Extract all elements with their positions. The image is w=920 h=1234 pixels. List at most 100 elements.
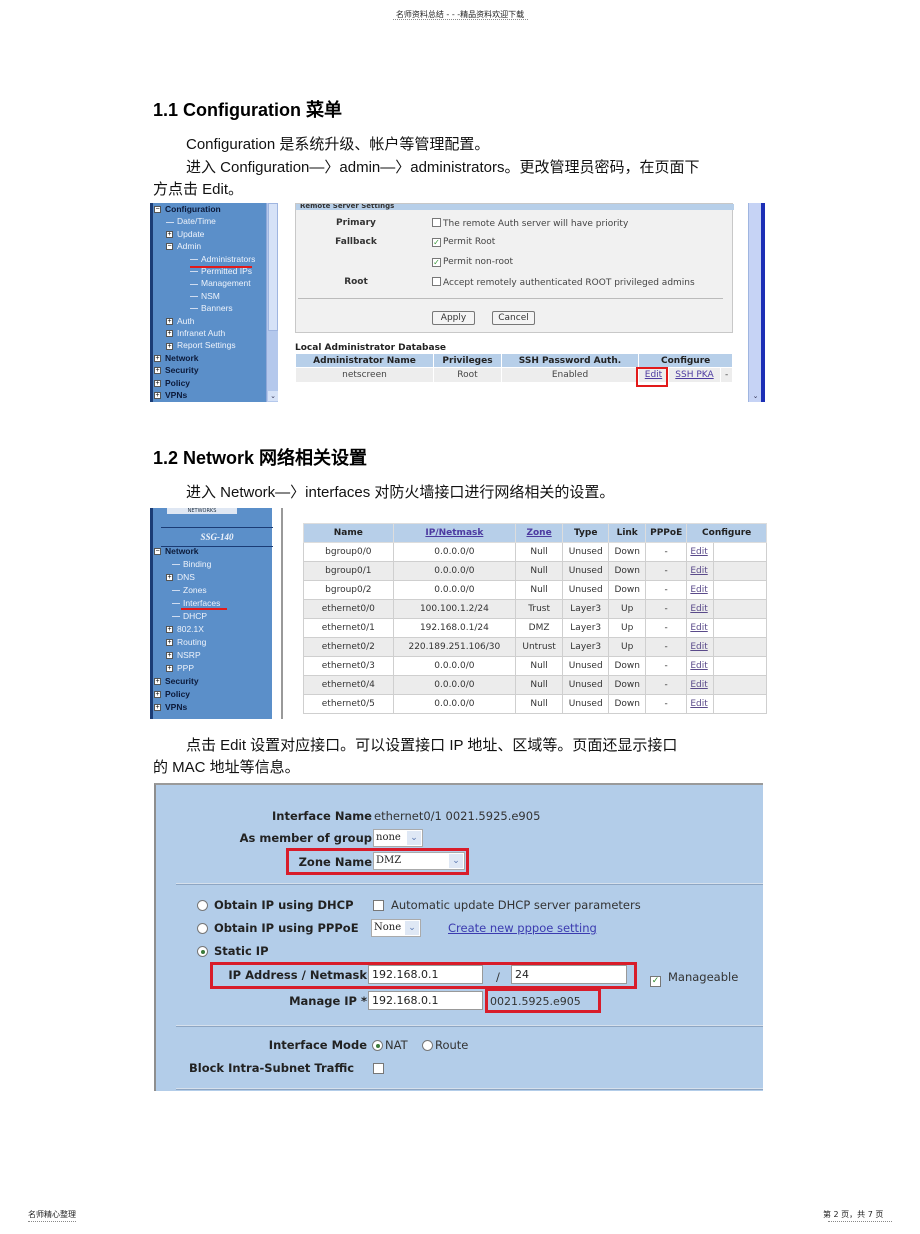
nav-item-admin[interactable]: − Admin <box>166 241 201 251</box>
expand-icon[interactable]: + <box>166 317 173 325</box>
scroll-down-icon[interactable]: ⌄ <box>268 391 278 401</box>
expand-icon[interactable]: + <box>166 652 173 660</box>
nav-item-network[interactable]: − Network <box>154 546 199 556</box>
checkbox-accept-root[interactable]: Accept remotely authenticated ROOT privi… <box>432 277 695 288</box>
nav-item-network[interactable]: + Network <box>154 353 199 363</box>
nav-item-vpns[interactable]: + VPNs <box>154 390 187 400</box>
nav-item-auth[interactable]: + Auth <box>166 316 195 326</box>
checkbox-icon[interactable] <box>432 218 441 227</box>
nav-item-nsm[interactable]: NSM <box>190 291 220 301</box>
column-header-ip-sort[interactable]: IP/Netmask <box>425 528 483 538</box>
nav-item-infranet-auth[interactable]: + Infranet Auth <box>166 328 225 338</box>
remove-cell[interactable]: - <box>719 367 734 383</box>
column-header-zone-sort[interactable]: Zone <box>526 528 551 538</box>
radio-selected-icon[interactable] <box>197 946 208 957</box>
checkbox-permit-root[interactable]: ✓ Permit Root <box>432 237 495 247</box>
chevron-down-icon[interactable]: ⌄ <box>407 831 421 845</box>
nav-item-date-time[interactable]: Date/Time <box>166 216 216 226</box>
cell-link: Down <box>608 580 647 600</box>
edit-link[interactable]: Edit <box>690 699 707 709</box>
expand-icon[interactable]: + <box>166 665 173 673</box>
expand-icon[interactable]: + <box>166 231 173 239</box>
ssh-pka-link[interactable]: SSH PKA <box>675 370 713 380</box>
checkbox-icon[interactable] <box>373 900 384 911</box>
checkbox-checked-icon[interactable]: ✓ <box>432 258 441 267</box>
nav-item-vpns[interactable]: + VPNs <box>154 702 187 712</box>
nav-item-management[interactable]: Management <box>190 278 251 288</box>
radio-icon[interactable] <box>197 900 208 911</box>
nav-item-nsrp[interactable]: + NSRP <box>166 650 201 660</box>
nav-item-zones[interactable]: Zones <box>166 585 207 595</box>
mode-nat-radio[interactable]: NAT <box>372 1038 408 1052</box>
page-scrollbar[interactable]: ⌄ <box>748 203 761 402</box>
expand-icon[interactable]: + <box>166 330 173 338</box>
create-pppoe-link[interactable]: Create new pppoe setting <box>448 921 597 935</box>
expand-icon[interactable]: + <box>154 691 161 699</box>
checkbox-checked-icon[interactable]: ✓ <box>650 976 661 987</box>
expand-icon[interactable]: + <box>154 367 161 375</box>
edit-link[interactable]: Edit <box>690 604 707 614</box>
expand-icon[interactable]: + <box>154 379 161 387</box>
dhcp-option[interactable]: Obtain IP using DHCP <box>197 898 354 912</box>
expand-icon[interactable]: + <box>154 392 161 400</box>
cell-pppoe: - <box>645 561 688 581</box>
edit-link[interactable]: Edit <box>690 680 707 690</box>
collapse-icon[interactable]: − <box>166 243 173 251</box>
collapse-icon[interactable]: − <box>154 548 161 556</box>
edit-link[interactable]: Edit <box>690 623 707 633</box>
radio-icon[interactable] <box>197 923 208 934</box>
manage-ip-input[interactable]: 192.168.0.1 <box>368 991 483 1010</box>
nav-item-banners[interactable]: Banners <box>190 303 233 313</box>
dhcp-auto-update-checkbox[interactable]: Automatic update DHCP server parameters <box>373 898 641 912</box>
checkbox-remote-priority[interactable]: The remote Auth server will have priorit… <box>432 218 628 229</box>
nav-item-security[interactable]: + Security <box>154 365 199 375</box>
scroll-down-icon[interactable]: ⌄ <box>750 391 761 401</box>
edit-link[interactable]: Edit <box>690 661 707 671</box>
block-intra-subnet-checkbox[interactable] <box>373 1061 391 1075</box>
nav-item-report-settings[interactable]: + Report Settings <box>166 340 236 350</box>
pppoe-select[interactable]: None ⌄ <box>371 919 421 937</box>
expand-icon[interactable]: + <box>166 639 173 647</box>
cancel-button[interactable]: Cancel <box>492 311 535 325</box>
pppoe-option[interactable]: Obtain IP using PPPoE <box>197 921 359 935</box>
expand-icon[interactable]: + <box>166 626 173 634</box>
nav-item-dhcp[interactable]: DHCP <box>166 611 207 621</box>
checkbox-checked-icon[interactable]: ✓ <box>432 238 441 247</box>
mode-route-radio[interactable]: Route <box>422 1038 468 1052</box>
nav-item-administrators[interactable]: Administrators <box>190 254 255 264</box>
nav-scrollbar[interactable]: ⌄ <box>266 203 278 402</box>
nav-item-configuration[interactable]: − Configuration <box>154 204 221 214</box>
manageable-checkbox[interactable]: ✓ Manageable <box>650 970 738 987</box>
nav-item-policy[interactable]: + Policy <box>154 378 190 388</box>
nav-item-binding[interactable]: Binding <box>166 559 211 569</box>
checkbox-icon[interactable] <box>373 1063 384 1074</box>
expand-icon[interactable]: + <box>154 355 161 363</box>
nav-item-security[interactable]: + Security <box>154 676 199 686</box>
nav-item-policy[interactable]: + Policy <box>154 689 190 699</box>
expand-icon[interactable]: + <box>154 704 161 712</box>
expand-icon[interactable]: + <box>166 342 173 350</box>
apply-button[interactable]: Apply <box>432 311 475 325</box>
nav-item-interfaces[interactable]: Interfaces <box>166 598 220 608</box>
nav-item-dns[interactable]: + DNS <box>166 572 195 582</box>
edit-link[interactable]: Edit <box>690 642 707 652</box>
radio-selected-icon[interactable] <box>372 1040 383 1051</box>
cell-empty <box>712 580 767 600</box>
static-ip-option[interactable]: Static IP <box>197 944 269 958</box>
nav-item-update[interactable]: + Update <box>166 229 204 239</box>
expand-icon[interactable]: + <box>154 678 161 686</box>
member-group-select[interactable]: none ⌄ <box>373 829 423 847</box>
checkbox-icon[interactable] <box>432 277 441 286</box>
nav-item-ppp[interactable]: + PPP <box>166 663 194 673</box>
edit-link[interactable]: Edit <box>690 566 707 576</box>
nav-item-802-1x[interactable]: +802.1X <box>166 624 204 634</box>
radio-icon[interactable] <box>422 1040 433 1051</box>
checkbox-permit-non-root[interactable]: ✓ Permit non-root <box>432 257 513 267</box>
nav-item-routing[interactable]: + Routing <box>166 637 206 647</box>
edit-link[interactable]: Edit <box>690 585 707 595</box>
collapse-icon[interactable]: − <box>154 206 161 214</box>
scrollbar-thumb[interactable] <box>268 203 278 331</box>
expand-icon[interactable]: + <box>166 574 173 582</box>
chevron-down-icon[interactable]: ⌄ <box>405 921 419 935</box>
edit-link[interactable]: Edit <box>690 547 707 557</box>
